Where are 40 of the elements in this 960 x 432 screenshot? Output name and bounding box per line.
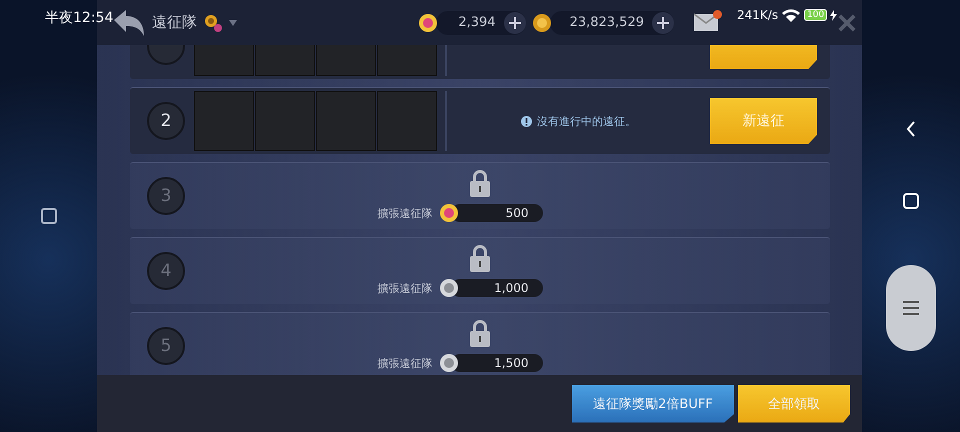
slot-number: 3: [147, 177, 185, 215]
lock-icon: [468, 169, 492, 197]
currency-counter: 23,823,529: [550, 10, 674, 34]
new-expedition-button[interactable]: 新遠征: [710, 98, 817, 144]
add-button[interactable]: [504, 12, 526, 34]
lock-icon: [468, 244, 492, 272]
menu-button[interactable]: [886, 265, 936, 351]
menu-icon: [903, 301, 919, 315]
plus-icon: [657, 16, 669, 28]
expand-label: 擴張遠征隊: [378, 356, 432, 370]
status-time: 半夜12:54: [45, 9, 114, 27]
slot-number: 2: [147, 102, 185, 140]
lock-icon: [468, 319, 492, 347]
network-speed: 241K/s: [737, 8, 778, 22]
info-icon: [521, 116, 532, 126]
expand-label: 擴張遠征隊: [378, 280, 432, 296]
screen-title: 遠征隊: [152, 13, 197, 32]
close-icon[interactable]: [838, 14, 856, 32]
back-arrow-icon[interactable]: [112, 8, 146, 38]
home-icon[interactable]: [903, 193, 919, 209]
wifi-icon: [781, 8, 802, 22]
slot-number: 5: [147, 327, 185, 365]
gem-coin-icon: [418, 12, 438, 32]
plus-icon: [508, 16, 521, 28]
buff-button[interactable]: 遠征隊獎勵2倍BUFF: [572, 384, 734, 422]
expand-label: 擴張遠征隊: [378, 206, 432, 220]
status-message: 沒有進行中的遠征。: [537, 114, 636, 128]
add-button[interactable]: [652, 12, 674, 34]
slot-number: 4: [147, 252, 185, 290]
back-chevron-icon[interactable]: [906, 121, 916, 137]
coin-icon: [532, 12, 552, 32]
currency-counter: 2,394: [436, 10, 526, 34]
coin-icon: [438, 353, 458, 373]
coin-icon: [438, 278, 458, 298]
recent-apps-icon[interactable]: [40, 207, 58, 225]
battery-level: 100: [804, 9, 828, 21]
caret-icon[interactable]: [229, 20, 237, 26]
claim-all-button[interactable]: 全部領取: [738, 384, 850, 422]
charging-icon: [830, 10, 838, 20]
gem-coin-icon: [438, 203, 458, 223]
